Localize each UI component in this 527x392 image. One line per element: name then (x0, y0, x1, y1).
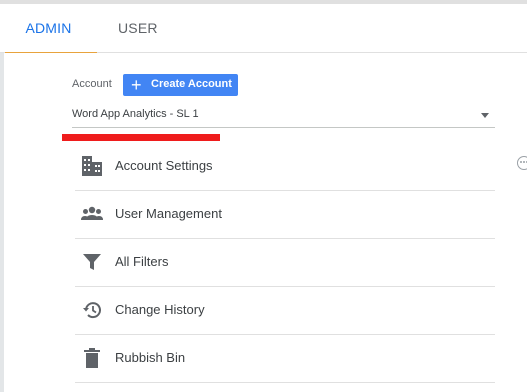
menu-item-rubbish-bin[interactable]: Rubbish Bin (75, 335, 495, 383)
tab-user[interactable]: USER (118, 4, 160, 53)
highlight-bar (62, 134, 220, 141)
menu-item-account-settings[interactable]: Account Settings (75, 143, 495, 191)
account-selected-value: Word App Analytics - SL 1 (72, 108, 199, 120)
menu-item-label: User Management (115, 206, 222, 221)
create-account-button[interactable]: + Create Account (123, 74, 238, 96)
menu-item-label: Rubbish Bin (115, 350, 186, 365)
menu-item-label: All Filters (115, 254, 169, 269)
dropdown-caret-icon (481, 113, 489, 118)
admin-panel: Account + Create Account Word App Analyt… (4, 53, 527, 392)
history-icon (81, 299, 103, 321)
filter-icon (81, 251, 103, 273)
tab-bar: ADMIN USER (0, 4, 527, 54)
create-account-label: Create Account (151, 78, 232, 90)
building-icon (81, 155, 103, 177)
plus-icon: + (131, 75, 142, 95)
menu-item-user-management[interactable]: User Management (75, 191, 495, 239)
people-icon (81, 203, 103, 225)
tab-admin-label: ADMIN (25, 20, 72, 36)
menu-item-change-history[interactable]: Change History (75, 287, 495, 335)
account-selector[interactable]: Word App Analytics - SL 1 (72, 106, 495, 128)
menu-item-label: Change History (115, 302, 205, 317)
menu-item-label: Account Settings (115, 158, 213, 173)
menu-item-all-filters[interactable]: All Filters (75, 239, 495, 287)
account-label: Account (72, 78, 112, 90)
account-menu: Account Settings User Management All Fil… (75, 143, 495, 383)
more-options-icon[interactable] (517, 156, 527, 170)
tab-admin[interactable]: ADMIN (0, 4, 97, 54)
trash-icon (81, 347, 103, 369)
tab-user-label: USER (118, 20, 158, 36)
